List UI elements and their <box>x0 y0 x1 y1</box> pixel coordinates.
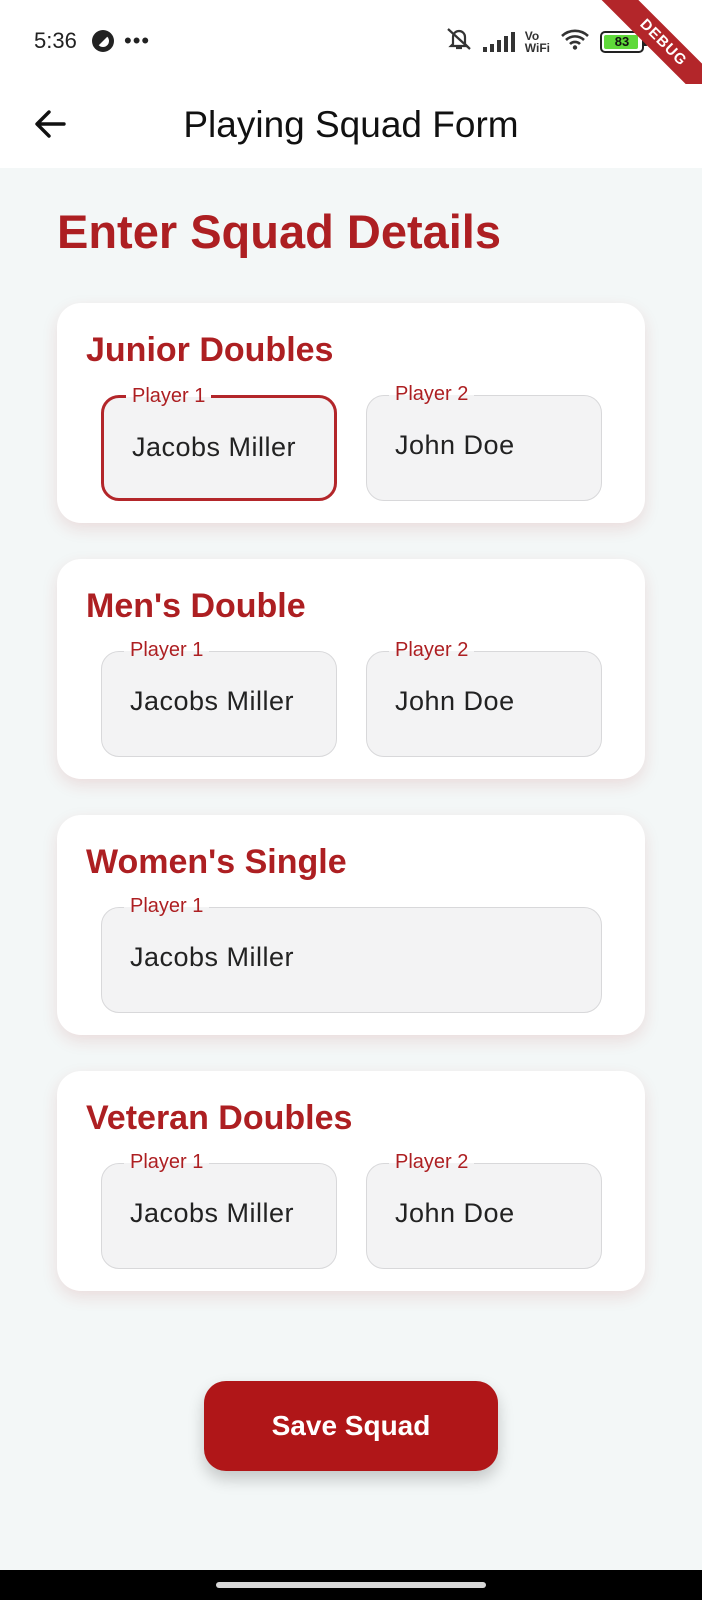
field-label: Player 1 <box>124 894 210 918</box>
wifi-icon <box>560 28 590 55</box>
battery-level: 83 <box>614 34 630 49</box>
vowifi-icon: Vo WiFi <box>525 30 550 54</box>
section-heading: Enter Squad Details <box>57 205 501 258</box>
player-2-input[interactable]: Player 2 John Doe <box>366 638 602 757</box>
player-2-input[interactable]: Player 2 John Doe <box>366 382 602 501</box>
card-junior-doubles: Junior Doubles Player 1 Jacobs Miller Pl… <box>57 303 645 523</box>
card-mens-double: Men's Double Player 1 Jacobs Miller Play… <box>57 559 645 779</box>
home-indicator[interactable] <box>216 1582 486 1588</box>
more-dots-icon: ••• <box>124 28 151 53</box>
field-value: Jacobs Miller <box>132 432 297 462</box>
muted-bell-icon <box>445 26 473 57</box>
page-title: Playing Squad Form <box>183 104 519 145</box>
field-value: Jacobs Miller <box>130 1198 295 1228</box>
player-2-input[interactable]: Player 2 John Doe <box>366 1150 602 1269</box>
player-1-input[interactable]: Player 1 Jacobs Miller <box>101 384 337 501</box>
card-title: Junior Doubles <box>86 331 334 369</box>
status-time: 5:36 <box>34 28 77 53</box>
field-label: Player 2 <box>389 1150 475 1174</box>
circle-status-icon <box>92 30 114 52</box>
field-label: Player 1 <box>124 1150 210 1174</box>
card-title: Veteran Doubles <box>86 1099 353 1137</box>
player-1-input[interactable]: Player 1 Jacobs Miller <box>101 638 337 757</box>
player-1-input[interactable]: Player 1 Jacobs Miller <box>101 1150 337 1269</box>
field-label: Player 2 <box>389 638 475 662</box>
app-bar: Playing Squad Form <box>0 84 702 168</box>
save-squad-button[interactable]: Save Squad <box>204 1381 498 1471</box>
card-veteran-doubles: Veteran Doubles Player 1 Jacobs Miller P… <box>57 1071 645 1291</box>
status-left-icons: ••• <box>92 30 150 52</box>
card-womens-single: Women's Single Player 1 Jacobs Miller <box>57 815 645 1035</box>
vowifi-bottom: WiFi <box>524 40 550 55</box>
status-right-icons: Vo WiFi 83 <box>445 26 648 57</box>
player-1-input[interactable]: Player 1 Jacobs Miller <box>101 894 602 1013</box>
field-value: John Doe <box>395 1198 515 1228</box>
signal-icon <box>482 31 515 52</box>
field-value: Jacobs Miller <box>130 942 295 972</box>
card-title: Women's Single <box>86 843 347 881</box>
field-value: Jacobs Miller <box>130 686 295 716</box>
field-label: Player 1 <box>126 384 212 408</box>
card-title: Men's Double <box>86 587 306 625</box>
status-bar: 5:36 ••• Vo WiFi 83 DEBUG <box>0 0 702 113</box>
field-label: Player 1 <box>124 638 210 662</box>
navigation-bar <box>0 1570 702 1600</box>
field-value: John Doe <box>395 430 515 460</box>
field-label: Player 2 <box>389 382 475 406</box>
field-value: John Doe <box>395 686 515 716</box>
